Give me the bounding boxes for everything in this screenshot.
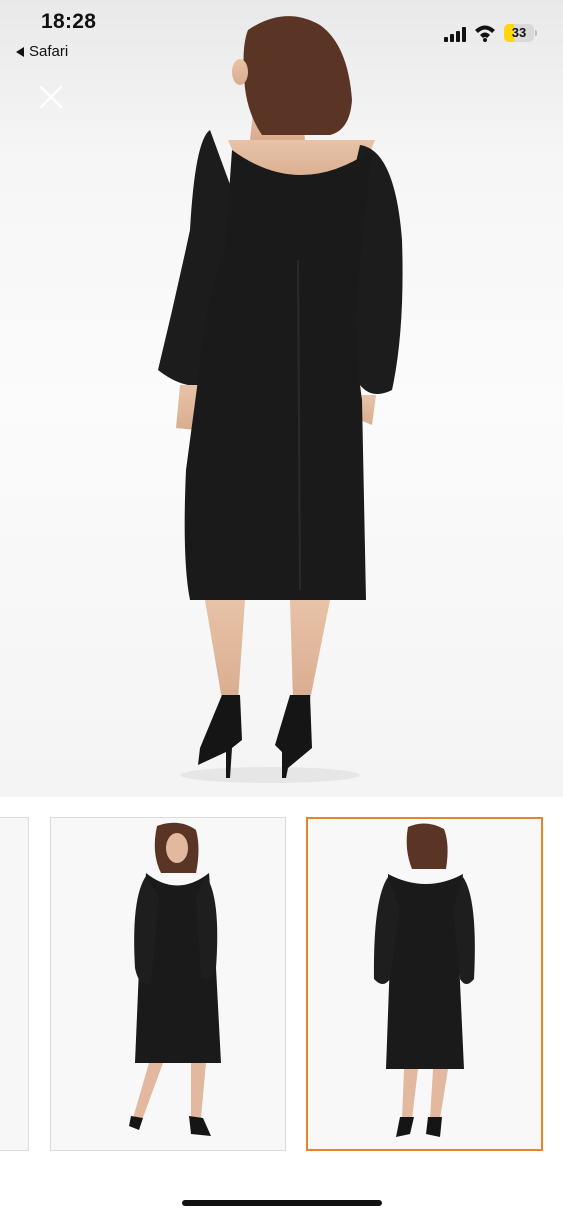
- thumbnail-2[interactable]: [50, 817, 286, 1151]
- back-to-safari[interactable]: Safari: [16, 43, 68, 60]
- battery-level: 33: [511, 25, 527, 40]
- thumbnail-3-selected[interactable]: [306, 817, 543, 1151]
- close-icon: [39, 85, 63, 109]
- home-indicator[interactable]: [182, 1200, 382, 1206]
- thumbnail-1[interactable]: [0, 817, 29, 1151]
- cellular-signal-icon: [444, 27, 468, 42]
- thumbnail-image: [0, 818, 28, 1150]
- status-time: 18:28: [41, 10, 97, 33]
- thumbnail-image: [308, 819, 541, 1149]
- battery-icon: 33: [504, 24, 538, 42]
- close-button[interactable]: [36, 82, 66, 112]
- status-bar: 18:28 Safari 33: [0, 0, 563, 70]
- thumbnail-image: [51, 818, 285, 1150]
- wifi-icon: [475, 25, 495, 42]
- main-product-image[interactable]: [0, 0, 563, 797]
- back-label: Safari: [29, 43, 69, 60]
- dress-back-view-illustration: [158, 16, 403, 783]
- back-arrow-icon: [16, 46, 24, 57]
